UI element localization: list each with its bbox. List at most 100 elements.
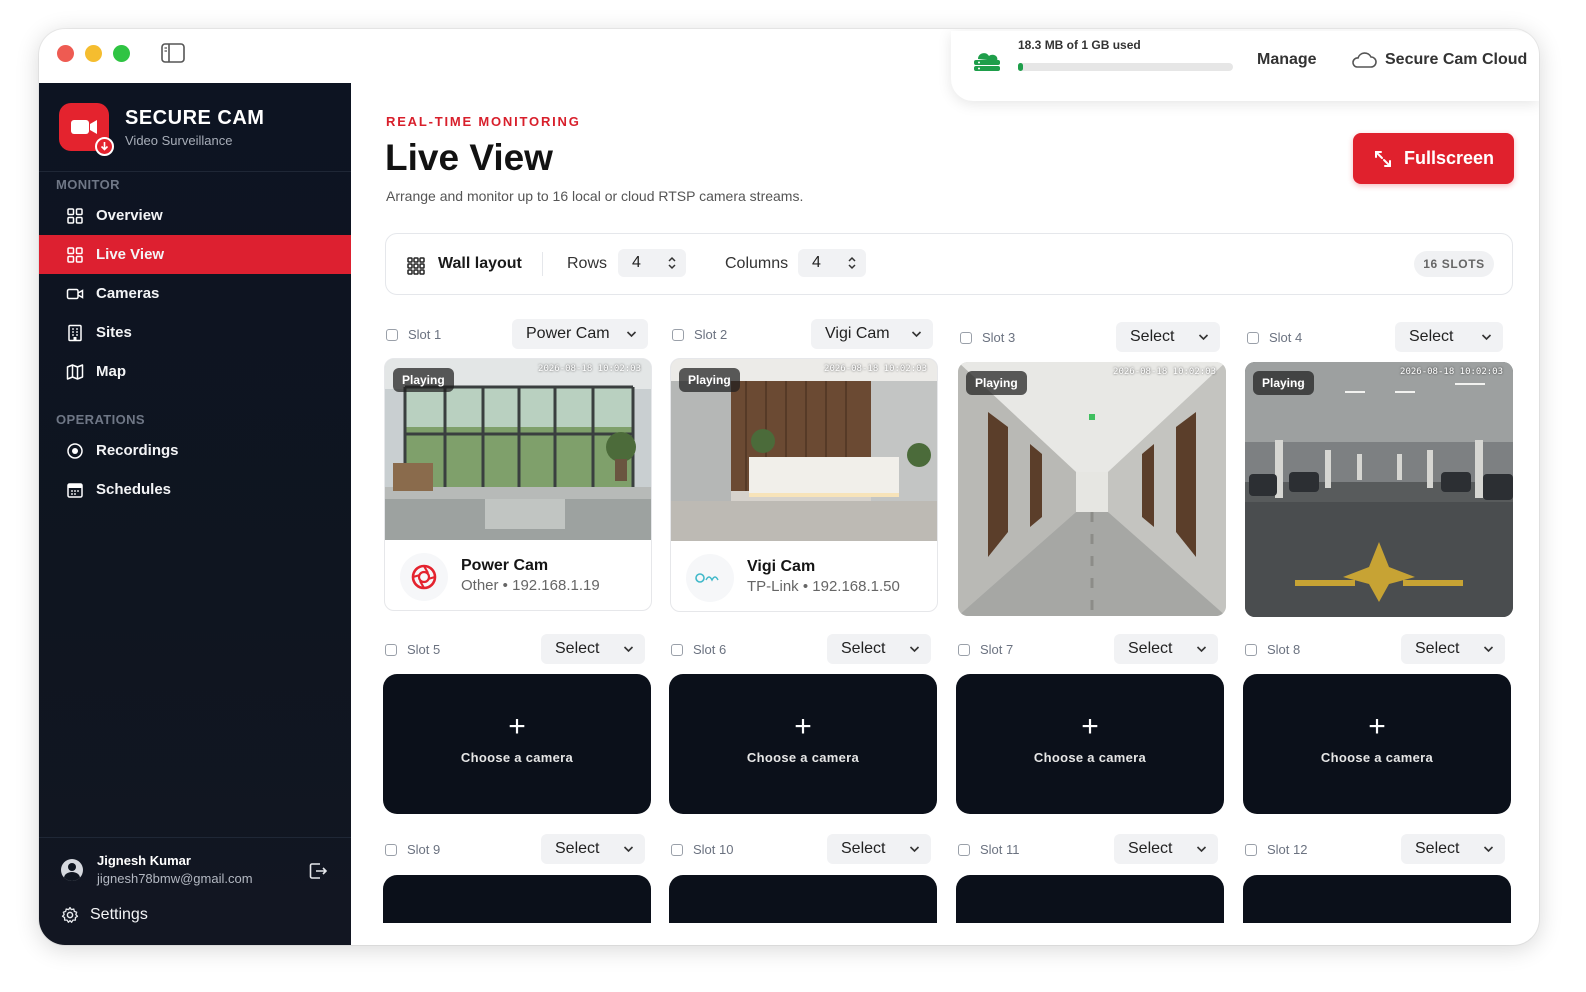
slot-camera-select[interactable]: Select xyxy=(1114,634,1218,664)
slot-checkbox[interactable] xyxy=(958,844,970,856)
cloud-service-name[interactable]: Secure Cam Cloud xyxy=(1385,51,1527,69)
sidebar-item-sites[interactable]: Sites xyxy=(39,313,351,352)
choose-camera-placeholder[interactable]: + Choose a camera xyxy=(669,674,937,814)
plus-icon: + xyxy=(508,710,526,743)
plus-icon: + xyxy=(1081,710,1099,743)
slot-checkbox[interactable] xyxy=(1245,644,1257,656)
camera-feed[interactable]: Playing 2026-08-18 10:02:03 xyxy=(958,362,1226,616)
slot-camera-select[interactable]: Select xyxy=(827,634,931,664)
sidebar-toggle-icon[interactable] xyxy=(161,43,185,63)
camera-meta: TP-Link • 192.168.1.50 xyxy=(747,578,900,595)
expand-icon xyxy=(1374,150,1391,167)
slots-count-badge: 16 SLOTS xyxy=(1414,251,1494,277)
cloud-icon xyxy=(1352,52,1377,68)
slot-label: Slot 12 xyxy=(1267,842,1308,857)
minimize-window-button[interactable] xyxy=(85,45,102,62)
slot-label: Slot 8 xyxy=(1267,642,1301,657)
wall-layout-toolbar: Wall layout Rows 4 Columns 4 16 SLOTS xyxy=(385,233,1513,295)
feed-timestamp: 2026-08-18 10:02:03 xyxy=(1113,367,1216,377)
slot-camera-select[interactable]: Select xyxy=(541,834,645,864)
slot-checkbox[interactable] xyxy=(1245,844,1257,856)
sidebar-item-overview[interactable]: Overview xyxy=(39,196,351,235)
close-window-button[interactable] xyxy=(57,45,74,62)
sidebar-item-schedules[interactable]: Schedules xyxy=(39,470,351,509)
slot-header: Slot 12 Select xyxy=(1243,834,1511,866)
slot-camera-select[interactable]: Select xyxy=(1114,834,1218,864)
slot-checkbox[interactable] xyxy=(1247,332,1259,344)
slot-camera-select[interactable]: Select xyxy=(827,834,931,864)
slot-checkbox[interactable] xyxy=(671,644,683,656)
choose-camera-placeholder[interactable] xyxy=(383,875,651,923)
camera-slot: Slot 6 Select + Choose a camera xyxy=(669,634,937,814)
slot-checkbox[interactable] xyxy=(671,844,683,856)
rows-value: 4 xyxy=(632,254,641,271)
chevron-down-icon xyxy=(1481,334,1492,341)
slot-header: Slot 1 Power Cam xyxy=(384,319,652,351)
slot-checkbox[interactable] xyxy=(385,844,397,856)
slot-camera-select[interactable]: Select xyxy=(1401,634,1505,664)
slot-label: Slot 3 xyxy=(982,330,1016,345)
storage-progress-bar xyxy=(1018,63,1233,71)
choose-camera-placeholder[interactable] xyxy=(669,875,937,923)
choose-camera-placeholder[interactable]: + Choose a camera xyxy=(956,674,1224,814)
slot-header: Slot 9 Select xyxy=(383,834,651,866)
slot-camera-select[interactable]: Select xyxy=(1395,322,1503,352)
slot-camera-select[interactable]: Vigi Cam xyxy=(811,319,933,349)
avatar xyxy=(61,859,83,881)
chevron-down-icon xyxy=(623,646,634,653)
sidebar-item-recordings[interactable]: Recordings xyxy=(39,431,351,470)
camera-slot: Slot 2 Vigi Cam Playing 2026-08-18 10:02… xyxy=(670,319,938,612)
slot-checkbox[interactable] xyxy=(672,329,684,341)
sidebar-item-label: Cameras xyxy=(96,285,160,302)
window-controls xyxy=(57,45,130,62)
zoom-window-button[interactable] xyxy=(113,45,130,62)
slot-label: Slot 2 xyxy=(694,327,728,342)
camera-feed[interactable]: Playing 2026-08-18 10:02:03 xyxy=(385,359,651,540)
slot-camera-select[interactable]: Select xyxy=(1116,322,1220,352)
slot-checkbox[interactable] xyxy=(385,644,397,656)
settings-button[interactable]: Settings xyxy=(61,906,148,924)
choose-camera-placeholder[interactable]: + Choose a camera xyxy=(383,674,651,814)
slot-label: Slot 1 xyxy=(408,327,442,342)
slot-camera-select[interactable]: Select xyxy=(1401,834,1505,864)
manage-storage-link[interactable]: Manage xyxy=(1257,51,1317,69)
camera-feed[interactable]: Playing 2026-08-18 10:02:03 xyxy=(1245,362,1513,617)
playing-status-badge: Playing xyxy=(1253,371,1314,395)
download-badge-icon xyxy=(95,137,114,156)
camera-vendor-logo xyxy=(686,554,734,602)
fullscreen-button[interactable]: Fullscreen xyxy=(1353,133,1514,184)
choose-camera-placeholder[interactable] xyxy=(956,875,1224,923)
slot-camera-select[interactable]: Power Cam xyxy=(512,319,648,349)
sidebar-divider xyxy=(39,171,351,172)
camera-card[interactable]: Playing 2026-08-18 10:02:03 Vigi Cam TP-… xyxy=(670,358,938,612)
columns-stepper[interactable]: 4 xyxy=(798,249,866,277)
sidebar-item-label: Sites xyxy=(96,324,132,341)
sidebar-item-cameras[interactable]: Cameras xyxy=(39,274,351,313)
sidebar-item-live-view[interactable]: Live View xyxy=(39,235,351,274)
feed-timestamp: 2026-08-18 10:02:03 xyxy=(1400,367,1503,377)
settings-label: Settings xyxy=(90,906,148,923)
calendar-icon xyxy=(66,481,84,499)
camera-icon xyxy=(66,285,84,303)
sidebar-item-label: Overview xyxy=(96,207,163,224)
grid-icon xyxy=(66,246,84,264)
camera-slot: Slot 10 Select xyxy=(669,834,937,923)
camera-card[interactable]: Playing 2026-08-18 10:02:03 Power Cam Ot… xyxy=(384,358,652,611)
choose-camera-placeholder[interactable]: + Choose a camera xyxy=(1243,674,1511,814)
camera-slot: Slot 5 Select + Choose a camera xyxy=(383,634,651,814)
slot-checkbox[interactable] xyxy=(960,332,972,344)
choose-camera-placeholder[interactable] xyxy=(1243,875,1511,923)
logout-icon[interactable] xyxy=(307,860,329,882)
user-email: jignesh78bmw@gmail.com xyxy=(97,871,253,886)
slot-camera-select[interactable]: Select xyxy=(541,634,645,664)
camera-name: Vigi Cam xyxy=(747,558,816,575)
slot-checkbox[interactable] xyxy=(386,329,398,341)
page-title: Live View xyxy=(385,137,553,178)
slot-checkbox[interactable] xyxy=(958,644,970,656)
choose-camera-text: Choose a camera xyxy=(746,750,860,765)
chevron-down-icon xyxy=(1483,846,1494,853)
camera-info: Vigi Cam TP-Link • 192.168.1.50 xyxy=(671,541,937,611)
rows-stepper[interactable]: 4 xyxy=(618,249,686,277)
sidebar-item-map[interactable]: Map xyxy=(39,352,351,391)
camera-feed[interactable]: Playing 2026-08-18 10:02:03 xyxy=(671,359,937,541)
